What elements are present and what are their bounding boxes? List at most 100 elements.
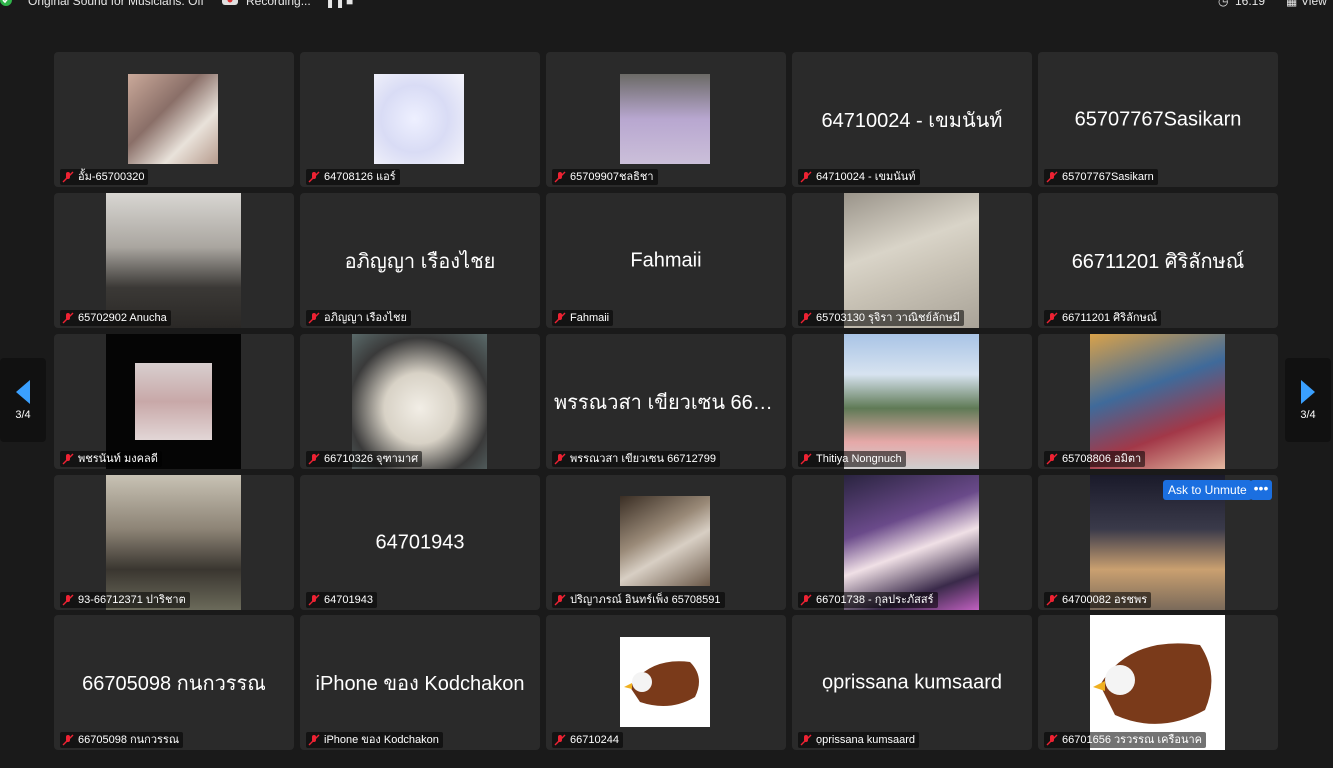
participant-display-name: Fahmaii	[630, 249, 702, 271]
participant-tile[interactable]: 64701943 64701943	[300, 475, 540, 610]
view-button[interactable]: View	[1301, 0, 1327, 8]
participant-tile[interactable]: ọprissana kumsaard ọprissana kumsaard	[792, 615, 1032, 750]
muted-mic-icon	[308, 453, 320, 465]
participant-name: 64700082 อรชพร	[1062, 594, 1148, 606]
chevron-right-icon	[1301, 380, 1315, 404]
participant-label: iPhone ของ Kodchakon	[306, 732, 443, 748]
participant-label: พชรนันท์ มงคลดี	[60, 451, 162, 467]
stop-recording-icon[interactable]: ■	[346, 0, 353, 8]
page-indicator-right: 3/4	[1300, 409, 1316, 421]
meeting-top-bar: Original Sound for Musicians: Off Record…	[0, 0, 1333, 10]
participant-tile[interactable]: 66701656 วรวรรณ เครือนาค	[1038, 615, 1278, 750]
participant-tile[interactable]: พรรณวสา เขียวเซน 6671... พรรณวสา เขียวเซ…	[546, 334, 786, 469]
participant-name: พรรณวสา เขียวเซน 66712799	[570, 453, 717, 465]
participant-label: Fahmaii	[552, 310, 614, 326]
participant-photo	[106, 334, 241, 469]
participant-tile[interactable]: 64710024 - เขมนันท์ 64710024 - เขมนันท์	[792, 52, 1032, 187]
participant-display-name: 64710024 - เขมนันท์	[821, 109, 1003, 132]
participant-name: 66711201 ศิริลักษณ์	[1062, 312, 1157, 324]
muted-mic-icon	[800, 594, 812, 606]
participant-tile[interactable]: 65707767Sasikarn 65707767Sasikarn	[1038, 52, 1278, 187]
recording-icon	[222, 0, 238, 8]
participant-display-name: 65707767Sasikarn	[1074, 108, 1242, 130]
participant-tile[interactable]: 66711201 ศิริลักษณ์ 66711201 ศิริลักษณ์	[1038, 193, 1278, 328]
muted-mic-icon	[554, 312, 566, 324]
participant-label: 64708126 แอร์	[306, 169, 400, 185]
participant-tile[interactable]: ปริญาภรณ์ อินทร์เพ็ง 65708591	[546, 475, 786, 610]
muted-mic-icon	[554, 594, 566, 606]
participant-tile[interactable]: 66701738 - กุลประภัสสร์	[792, 475, 1032, 610]
muted-mic-icon	[554, 171, 566, 183]
participant-tile[interactable]: 93-66712371 ปาริชาต	[54, 475, 294, 610]
participant-name: 93-66712371 ปาริชาต	[78, 594, 186, 606]
muted-mic-icon	[800, 312, 812, 324]
more-options-button[interactable]: •••	[1250, 480, 1272, 500]
participant-display-name: ọprissana kumsaard	[821, 671, 1003, 693]
muted-mic-icon	[554, 453, 566, 465]
previous-page-button[interactable]: 3/4	[0, 358, 46, 442]
participant-tile[interactable]: อภิญญา เรืองไชย อภิญญา เรืองไชย	[300, 193, 540, 328]
participant-tile[interactable]: 64708126 แอร์	[300, 52, 540, 187]
participant-name: อั้ม-65700320	[78, 171, 145, 183]
muted-mic-icon	[62, 312, 74, 324]
participant-name: 66701656 วรวรรณ เครือนาค	[1062, 734, 1203, 746]
participant-label: ọprissana kumsaard	[798, 732, 920, 748]
ask-to-unmute-button[interactable]: Ask to Unmute	[1163, 480, 1252, 500]
participant-tile[interactable]: พชรนันท์ มงคลดี	[54, 334, 294, 469]
next-page-button[interactable]: 3/4	[1285, 358, 1331, 442]
participant-label: 65708806 อมิตา	[1044, 451, 1146, 467]
participant-tile[interactable]: 66710326 จุฑามาศ	[300, 334, 540, 469]
muted-mic-icon	[308, 312, 320, 324]
grid-view-icon[interactable]: ▦	[1286, 0, 1297, 8]
participant-label: Thitiya Nongnuch	[798, 451, 906, 467]
original-sound-status[interactable]: Original Sound for Musicians: Off	[28, 0, 204, 8]
participant-tile[interactable]: Thitiya Nongnuch	[792, 334, 1032, 469]
muted-mic-icon	[554, 734, 566, 746]
muted-mic-icon	[1046, 594, 1058, 606]
participant-label: อั้ม-65700320	[60, 169, 149, 185]
participant-name: 65707767Sasikarn	[1062, 171, 1154, 183]
muted-mic-icon	[1046, 171, 1058, 183]
participant-name: 64710024 - เขมนันท์	[816, 171, 916, 183]
participant-photo	[620, 74, 710, 164]
page-indicator-left: 3/4	[15, 409, 31, 421]
participant-name: 66705098 กนกวรรณ	[78, 734, 180, 746]
chevron-left-icon	[16, 380, 30, 404]
participant-label: อภิญญา เรืองไชย	[306, 310, 411, 326]
participant-tile[interactable]: Fahmaii Fahmaii	[546, 193, 786, 328]
participant-name: 65708806 อมิตา	[1062, 453, 1142, 465]
participant-tile[interactable]: 65708806 อมิตา	[1038, 334, 1278, 469]
participant-tile[interactable]: 65703130 รุจิรา วาณิชย์ลักษมี	[792, 193, 1032, 328]
participant-name: 65702902 Anucha	[78, 312, 167, 324]
participant-photo	[352, 334, 487, 469]
participant-tile[interactable]: 65709907ชลธิชา	[546, 52, 786, 187]
participant-name: Fahmaii	[570, 312, 610, 324]
participant-tile[interactable]: 66710244	[546, 615, 786, 750]
participant-display-name: 64701943	[375, 531, 465, 553]
muted-mic-icon	[1046, 312, 1058, 324]
participant-tile[interactable]: 66705098 กนกวรรณ 66705098 กนกวรรณ	[54, 615, 294, 750]
participant-name: Thitiya Nongnuch	[816, 453, 902, 465]
participant-photo	[106, 193, 241, 328]
muted-mic-icon	[62, 594, 74, 606]
participant-display-name: อภิญญา เรืองไชย	[344, 250, 496, 273]
meeting-time: 16:19	[1235, 0, 1266, 8]
participant-tile[interactable]: อั้ม-65700320	[54, 52, 294, 187]
participant-name: 66710244	[570, 734, 619, 746]
muted-mic-icon	[62, 734, 74, 746]
participant-label: 64701943	[306, 592, 377, 608]
participant-label: ปริญาภรณ์ อินทร์เพ็ง 65708591	[552, 592, 725, 608]
participant-tile[interactable]: iPhone ของ Kodchakon iPhone ของ Kodchako…	[300, 615, 540, 750]
participant-name: 64708126 แอร์	[324, 171, 396, 183]
pause-recording-icon[interactable]: ❚❚	[325, 0, 345, 8]
participant-photo	[844, 193, 979, 328]
participant-tile[interactable]: 65702902 Anucha	[54, 193, 294, 328]
participant-label: พรรณวสา เขียวเซน 66712799	[552, 451, 721, 467]
participant-photo	[1090, 334, 1225, 469]
participant-label: 64700082 อรชพร	[1044, 592, 1152, 608]
recording-status: Recording...	[246, 0, 311, 8]
participant-display-name: 66705098 กนกวรรณ	[82, 672, 266, 695]
shield-check-icon	[0, 0, 12, 9]
participant-display-name: 66711201 ศิริลักษณ์	[1071, 250, 1245, 273]
participant-photo	[844, 475, 979, 610]
